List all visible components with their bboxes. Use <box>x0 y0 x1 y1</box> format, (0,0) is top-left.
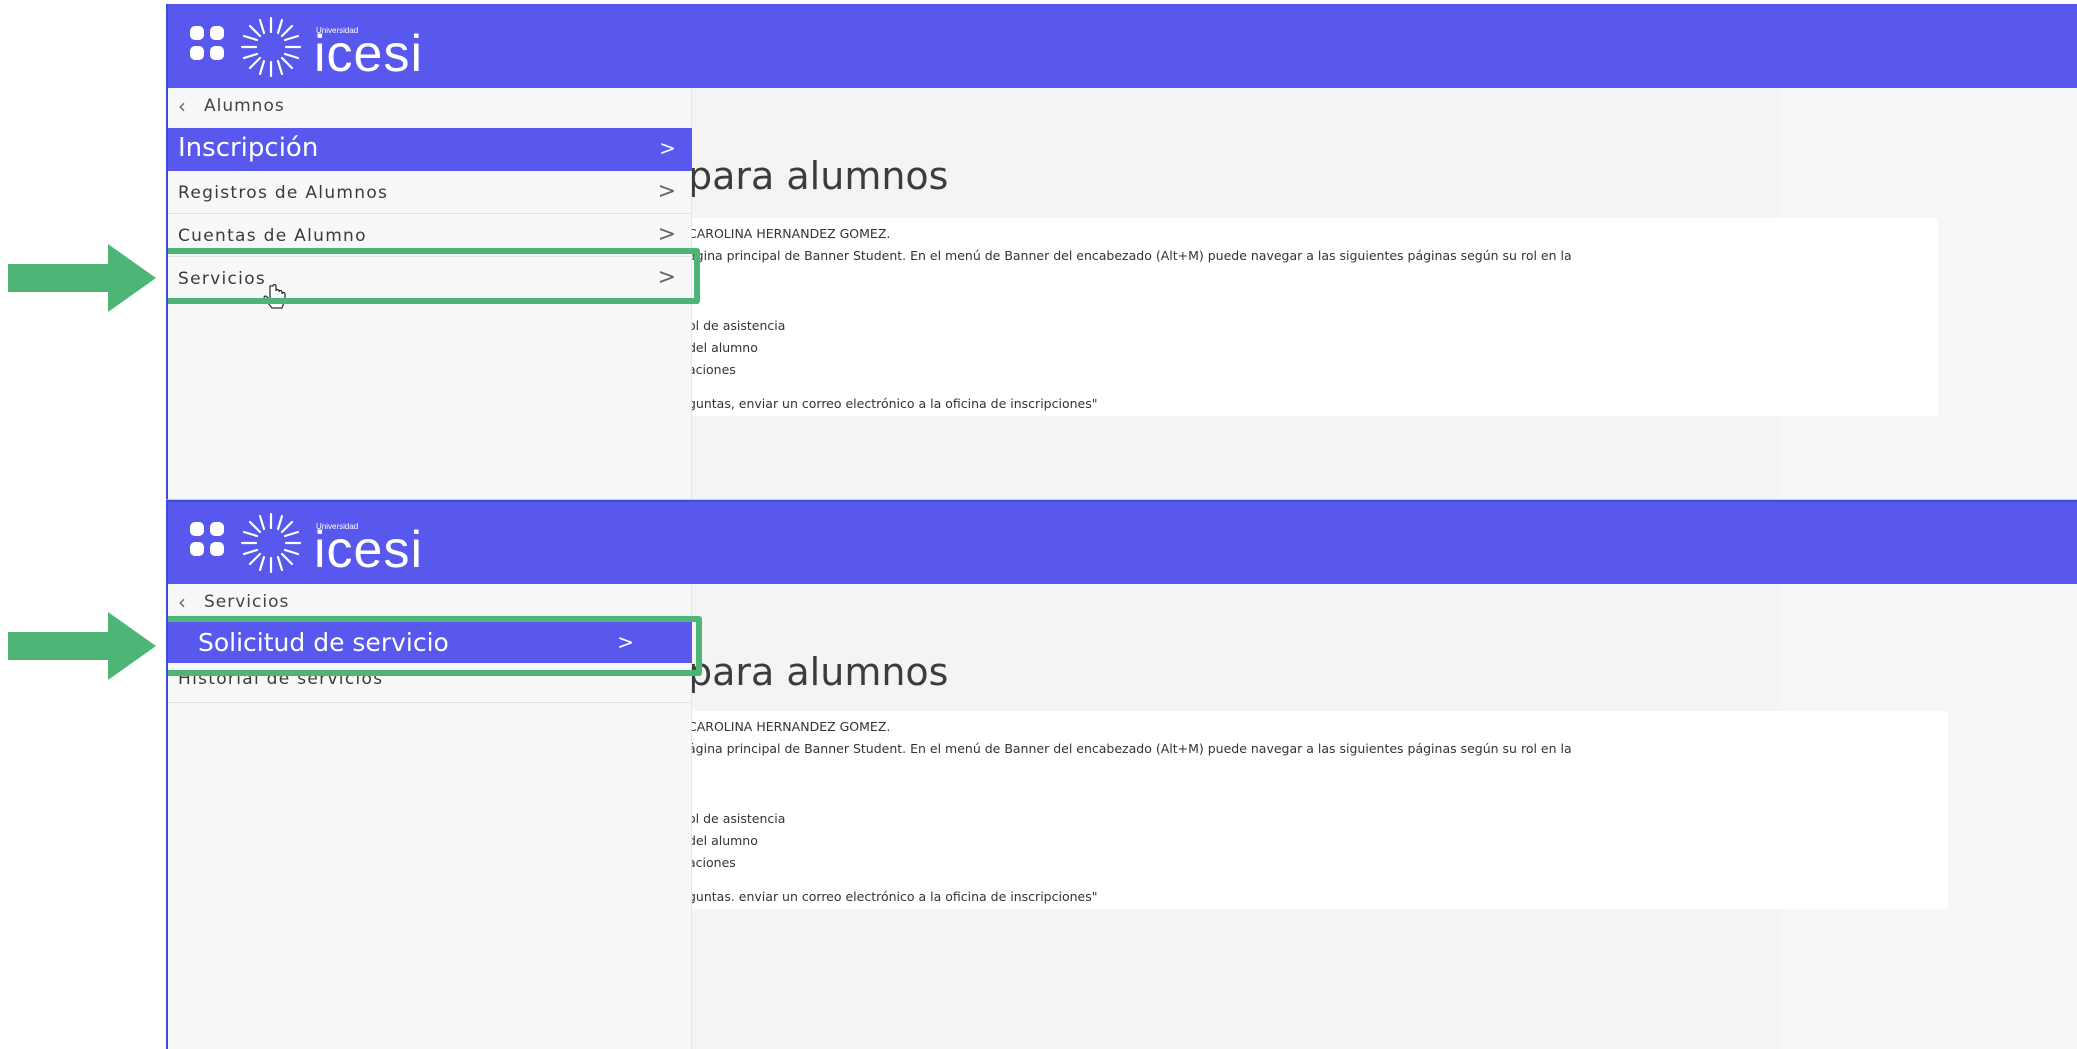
menu-item-label: Cuentas de Alumno <box>178 226 367 246</box>
menu-item-label: Historial de servicios <box>178 669 384 689</box>
welcome-contact-note: guntas, enviar un correo electrónico a l… <box>688 396 1098 411</box>
screenshot-panel-2: Universidad icesi para alumnos CAROLINA … <box>166 500 2077 1049</box>
hand-cursor-icon <box>263 284 286 309</box>
chevron-left-icon: ‹ <box>178 590 187 614</box>
back-to-servicios[interactable]: ‹ Servicios <box>168 584 691 622</box>
chevron-left-icon: ‹ <box>178 94 187 118</box>
menu-item-servicios[interactable]: Servicios > <box>168 257 692 300</box>
menu-item-label: Solicitud de servicio <box>198 628 449 657</box>
welcome-link-2[interactable]: del alumno <box>688 340 758 355</box>
welcome-contact-note: guntas. enviar un correo electrónico a l… <box>688 889 1098 904</box>
logo-wordmark: icesi <box>314 25 424 83</box>
welcome-link-3[interactable]: aciones <box>688 362 736 377</box>
welcome-greeting: CAROLINA HERNANDEZ GOMEZ. <box>688 719 891 734</box>
welcome-intro: ágina principal de Banner Student. En el… <box>688 741 1572 756</box>
chevron-right-icon: > <box>659 136 676 160</box>
sunburst-logo-icon <box>240 16 302 78</box>
apps-grid-icon[interactable] <box>190 26 226 62</box>
welcome-card: CAROLINA HERNANDEZ GOMEZ. ágina principa… <box>688 711 1948 909</box>
chevron-right-icon: > <box>657 179 676 204</box>
welcome-link-1[interactable]: ol de asistencia <box>688 318 785 333</box>
page-title: para alumnos <box>688 154 949 198</box>
menu-item-label: Servicios <box>178 269 267 289</box>
navigation-sidebar: ‹ Alumnos Inscripción > Registros de Alu… <box>168 88 692 499</box>
chevron-right-icon: > <box>617 630 634 654</box>
menu-item-registros-de-alumnos[interactable]: Registros de Alumnos > <box>168 171 692 214</box>
menu-item-label: Inscripción <box>178 133 319 163</box>
chevron-right-icon: > <box>657 222 676 247</box>
back-to-alumnos[interactable]: ‹ Alumnos <box>168 88 691 126</box>
page-title: para alumnos <box>688 650 949 694</box>
back-label: Alumnos <box>204 96 285 116</box>
green-arrow-annotation-1 <box>8 244 156 312</box>
logo-wordmark: icesi <box>314 521 424 579</box>
apps-grid-icon[interactable] <box>190 522 226 558</box>
welcome-greeting: CAROLINA HERNANDEZ GOMEZ. <box>688 226 891 241</box>
welcome-intro: ágina principal de Banner Student. En el… <box>688 248 1572 263</box>
green-arrow-annotation-2 <box>8 612 156 680</box>
menu-item-historial-de-servicios[interactable]: Historial de servicios <box>168 663 692 703</box>
menu-item-label: Registros de Alumnos <box>178 183 389 203</box>
navigation-sidebar: ‹ Servicios Solicitud de servicio > Hist… <box>168 584 692 1049</box>
header-bar: Universidad icesi <box>168 502 2077 584</box>
chevron-right-icon: > <box>657 265 676 290</box>
screenshot-panel-1: Universidad icesi para alumnos CAROLINA … <box>166 4 2077 500</box>
menu-item-inscripcion[interactable]: Inscripción > <box>168 128 692 171</box>
welcome-link-2[interactable]: del alumno <box>688 833 758 848</box>
welcome-card: CAROLINA HERNANDEZ GOMEZ. ágina principa… <box>688 218 1938 416</box>
back-label: Servicios <box>204 592 290 612</box>
menu-item-cuentas-de-alumno[interactable]: Cuentas de Alumno > <box>168 214 692 257</box>
sunburst-logo-icon <box>240 512 302 574</box>
header-bar: Universidad icesi <box>168 4 2077 88</box>
icesi-logo: Universidad icesi <box>236 12 436 83</box>
menu-item-solicitud-de-servicio[interactable]: Solicitud de servicio > <box>168 622 692 663</box>
icesi-logo: Universidad icesi <box>236 508 436 579</box>
welcome-link-1[interactable]: ol de asistencia <box>688 811 785 826</box>
welcome-link-3[interactable]: aciones <box>688 855 736 870</box>
